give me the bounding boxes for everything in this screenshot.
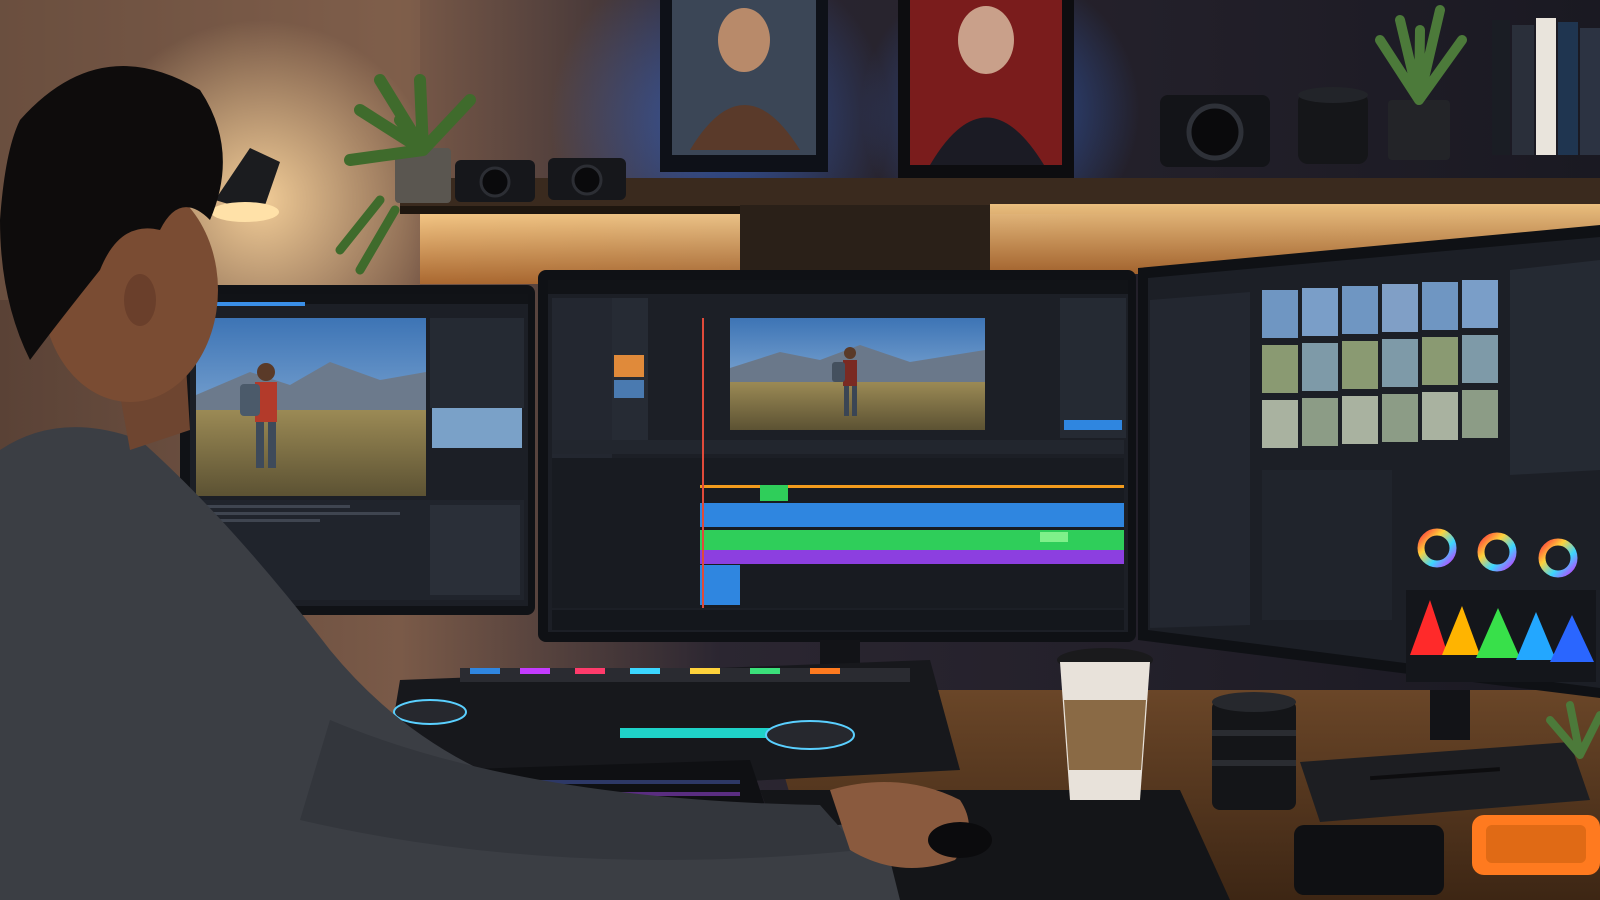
person-ear [124,274,156,326]
coffee-cup-icon [1057,648,1153,800]
hard-drive-icon [1472,815,1600,875]
right-stand [1430,690,1470,740]
track-blue [700,503,1124,527]
lens-icon [1298,87,1368,164]
jog-wheel [765,720,855,750]
mouse-icon [928,822,992,858]
photo-scene [0,0,1600,900]
poster-left [660,0,828,172]
histogram [1406,590,1596,682]
monitor-center [538,270,1136,642]
books [1492,18,1600,155]
track-purple [700,550,1124,564]
jog-wheel-left [393,699,467,725]
lens-icon-desk [1212,692,1296,810]
monitor-right [1138,225,1600,698]
playhead [702,318,704,608]
phone [1294,825,1444,895]
camera-icon-2 [548,158,626,200]
camera-icon [455,160,535,202]
scene-svg [0,0,1600,900]
camera-icon-3 [1160,95,1270,167]
poster-right [898,0,1074,180]
